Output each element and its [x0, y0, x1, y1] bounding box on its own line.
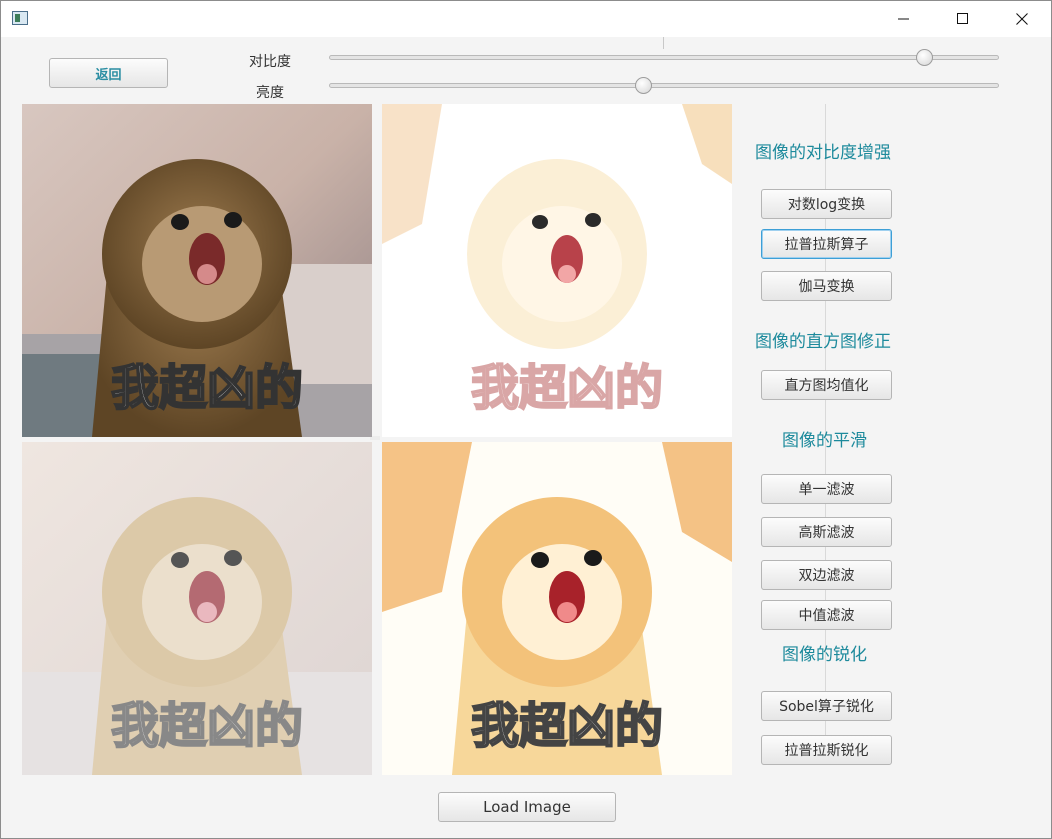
- close-icon: [1016, 13, 1028, 25]
- sharpen-section-title: 图像的锐化: [782, 645, 867, 665]
- close-button[interactable]: [999, 1, 1045, 37]
- brightness-label: 亮度: [256, 85, 284, 101]
- contrast-slider[interactable]: [329, 48, 999, 68]
- gaussian-filter-button[interactable]: 高斯滤波: [761, 517, 892, 547]
- minimize-icon: [898, 18, 909, 20]
- slider-thumb[interactable]: [916, 49, 934, 66]
- bilateral-filter-button[interactable]: 双边滤波: [761, 560, 892, 590]
- contrast-section-title: 图像的对比度增强: [755, 143, 891, 163]
- slider-track[interactable]: [329, 55, 999, 60]
- original-image: 我超凶的: [22, 104, 372, 437]
- image-caption: 我超凶的: [471, 360, 663, 416]
- slider-thumb[interactable]: [634, 77, 652, 94]
- histogram-section-title: 图像的直方图修正: [755, 332, 891, 352]
- app-window: 返回 对比度 亮度 我超凶的 我超凶的 我超凶的 我超凶的 图像的对比度增强 对…: [0, 0, 1052, 839]
- minimize-button[interactable]: [881, 1, 927, 37]
- app-icon: [12, 11, 28, 25]
- image-caption: 我超凶的: [111, 360, 303, 416]
- histogram-equalize-button[interactable]: 直方图均值化: [761, 370, 892, 400]
- laplacian-sharpen-button[interactable]: 拉普拉斯锐化: [761, 735, 892, 765]
- contrast-label: 对比度: [249, 54, 291, 70]
- image-caption: 我超凶的: [471, 698, 663, 754]
- maximize-button[interactable]: [940, 1, 986, 37]
- main-content: 返回 对比度 亮度 我超凶的 我超凶的 我超凶的 我超凶的 图像的对比度增强 对…: [1, 37, 1051, 838]
- smoothing-section-title: 图像的平滑: [782, 431, 867, 451]
- maximize-icon: [957, 13, 968, 24]
- sobel-sharpen-button[interactable]: Sobel算子锐化: [761, 691, 892, 721]
- slider-track[interactable]: [329, 83, 999, 88]
- title-bar: [1, 1, 1051, 37]
- median-filter-button[interactable]: 中值滤波: [761, 600, 892, 630]
- log-transform-button[interactable]: 对数log变换: [761, 189, 892, 219]
- load-image-button[interactable]: Load Image: [438, 792, 616, 822]
- image-caption: 我超凶的: [111, 698, 303, 754]
- single-filter-button[interactable]: 单一滤波: [761, 474, 892, 504]
- processed-image-1: 我超凶的: [382, 104, 732, 437]
- back-button[interactable]: 返回: [49, 58, 168, 88]
- processed-image-2: 我超凶的: [22, 442, 372, 775]
- brightness-slider[interactable]: [329, 76, 999, 96]
- processed-image-3: 我超凶的: [382, 442, 732, 775]
- gamma-transform-button[interactable]: 伽马变换: [761, 271, 892, 301]
- laplacian-button[interactable]: 拉普拉斯算子: [761, 229, 892, 259]
